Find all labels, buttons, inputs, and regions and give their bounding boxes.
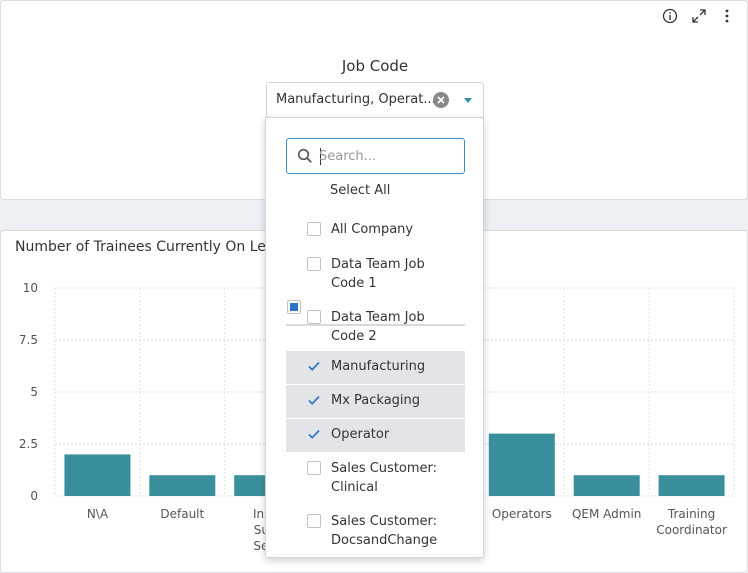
checkbox-checked[interactable] (307, 393, 321, 407)
option-item[interactable]: Data Team Job Code 1 (286, 249, 465, 297)
y-tick-label: 2.5 (19, 437, 38, 451)
expand-icon[interactable] (690, 7, 708, 25)
option-label: Manufacturing (331, 359, 426, 374)
option-label: Data Team Job Code 2 (331, 310, 425, 344)
filter-label: Job Code (341, 57, 409, 75)
search-input[interactable] (319, 147, 454, 165)
job-code-select[interactable]: Manufacturing, Operat... (266, 82, 484, 118)
option-label: Mx Packaging (331, 393, 421, 408)
search-field[interactable] (286, 138, 465, 174)
option-item[interactable]: Mx Packaging (286, 385, 465, 418)
option-label: Data Team Job Code 1 (331, 257, 425, 291)
y-tick-label: 10 (23, 281, 38, 295)
checkbox[interactable] (307, 514, 321, 528)
option-label: Sales Customer: Clinical (331, 461, 438, 495)
more-vertical-icon[interactable] (718, 7, 736, 25)
info-icon[interactable] (661, 7, 679, 25)
x-tick-label: QEM Admin (572, 507, 641, 521)
checkbox[interactable] (307, 222, 321, 236)
bar (658, 475, 725, 496)
option-label: All Company (331, 222, 414, 237)
check-icon (308, 361, 320, 371)
search-icon (297, 148, 312, 163)
option-item[interactable]: All Company (286, 214, 465, 242)
y-tick-label: 0 (30, 489, 38, 503)
option-item[interactable]: Manufacturing (286, 351, 465, 384)
bar (64, 454, 131, 496)
option-item[interactable]: Operator (286, 419, 465, 452)
bar (488, 433, 555, 496)
check-icon (308, 395, 320, 405)
x-tick-label: N\A (87, 507, 109, 521)
chevron-down-icon[interactable] (464, 98, 472, 103)
option-label: Operator (331, 427, 390, 442)
checkbox-checked[interactable] (307, 359, 321, 373)
checkbox-checked[interactable] (307, 427, 321, 441)
option-item[interactable]: Sales Customer: Clinical (286, 453, 465, 501)
checkbox[interactable] (307, 310, 321, 324)
select-value: Manufacturing, Operat... (276, 92, 436, 107)
checkbox[interactable] (307, 257, 321, 271)
clear-icon[interactable] (433, 92, 449, 108)
option-label: Sales Customer: DocsandChange (331, 514, 438, 548)
y-tick-label: 5 (30, 385, 38, 399)
x-tick-label: Coordinator (656, 523, 727, 537)
x-tick-label: Default (160, 507, 204, 521)
select-all-label: Select All (330, 183, 391, 198)
x-tick-label: Training (667, 507, 715, 521)
check-icon (308, 429, 320, 439)
select-all-item[interactable]: Select All (266, 181, 465, 200)
bar (573, 475, 640, 496)
job-code-dropdown: Select All All Company Data Team Job Code… (265, 117, 484, 558)
option-item[interactable]: Sales Customer: DocsandChange (286, 506, 465, 554)
option-item[interactable]: Data Team Job Code 2 (286, 302, 465, 350)
y-tick-label: 7.5 (19, 333, 38, 347)
checkbox[interactable] (307, 461, 321, 475)
x-tick-label: Operators (492, 507, 552, 521)
bar (149, 475, 216, 496)
